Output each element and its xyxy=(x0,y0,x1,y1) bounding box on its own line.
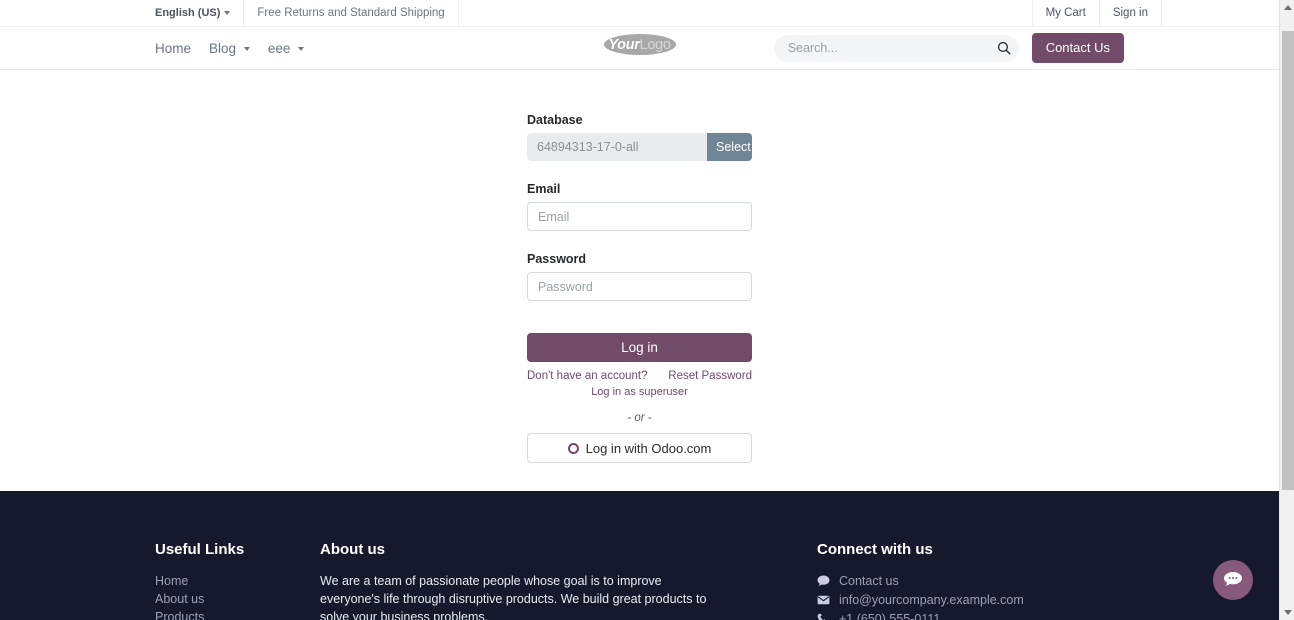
nav-item-home-label: Home xyxy=(155,40,192,56)
login-form: Database Select xyxy=(527,113,752,463)
logo-text-bold: Your xyxy=(608,37,640,53)
footer-about-us-text: We are a team of passionate people whose… xyxy=(320,574,707,620)
logo-text: Your Logo xyxy=(602,31,678,59)
search-icon xyxy=(997,41,1011,55)
footer-link-about-us[interactable]: About us xyxy=(155,590,244,608)
nav-item-blog-label: Blog xyxy=(209,40,237,56)
database-input[interactable] xyxy=(527,133,707,161)
site-logo[interactable]: Your Logo xyxy=(602,31,678,59)
or-separator: - or - xyxy=(627,412,652,424)
superuser-link[interactable]: Log in as superuser xyxy=(591,386,688,398)
scrollbar-down-arrow[interactable] xyxy=(1280,605,1294,620)
my-cart-link[interactable]: My Cart xyxy=(1031,0,1100,26)
header-right-group: Contact Us xyxy=(773,33,1124,63)
footer-inner: Useful Links Home About us Products Abou… xyxy=(0,491,1279,620)
my-cart-label: My Cart xyxy=(1045,7,1086,19)
logo-text-light: Logo xyxy=(639,37,671,53)
envelope-icon xyxy=(817,595,831,605)
promo-label: Free Returns and Standard Shipping xyxy=(257,7,445,19)
footer-contact-us-link[interactable]: Contact us xyxy=(839,572,899,590)
chevron-down-icon xyxy=(224,11,231,15)
footer-connect: Connect with us Contact us info@yourcomp… xyxy=(817,541,1024,620)
chat-bubble-icon xyxy=(1224,572,1242,586)
nav-item-home[interactable]: Home xyxy=(155,41,191,56)
login-body: Database Select xyxy=(0,70,1279,490)
database-field-group: Select xyxy=(527,133,752,161)
superuser-link-wrap: Log in as superuser xyxy=(527,386,752,398)
comment-icon xyxy=(817,575,831,587)
footer-about-us: About us We are a team of passionate peo… xyxy=(320,541,710,620)
site-footer: Useful Links Home About us Products Abou… xyxy=(0,491,1279,620)
nav-item-eee-label: eee xyxy=(267,40,291,56)
log-in-button[interactable]: Log in xyxy=(527,333,752,362)
page-content: English (US) Free Returns and Standard S… xyxy=(0,0,1279,620)
contact-us-button[interactable]: Contact Us xyxy=(1031,33,1124,63)
site-header: Home Blog eee Your Logo Search... Contac… xyxy=(0,27,1279,70)
footer-useful-links-title: Useful Links xyxy=(155,541,245,558)
odoo-logo-icon xyxy=(567,442,579,454)
password-field-group: Password xyxy=(527,252,752,301)
scrollbar-thumb[interactable] xyxy=(1282,31,1294,490)
odoo-oauth-label: Log in with Odoo.com xyxy=(585,440,712,456)
database-label: Database xyxy=(527,113,583,127)
topbar-right-group: My Cart Sign in xyxy=(1031,0,1162,26)
email-label: Email xyxy=(527,182,561,196)
nav-item-eee[interactable]: eee xyxy=(267,40,305,56)
sign-in-link[interactable]: Sign in xyxy=(1100,0,1162,26)
footer-phone-link[interactable]: +1 (650) 555-0111 xyxy=(839,610,940,620)
footer-connect-title: Connect with us xyxy=(817,541,933,558)
nav-item-blog[interactable]: Blog xyxy=(209,41,250,56)
triangle-down-icon xyxy=(1283,610,1292,615)
main-navigation: Home Blog eee xyxy=(155,40,305,56)
language-selector[interactable]: English (US) xyxy=(155,0,245,26)
database-select-label: Select xyxy=(716,140,751,154)
search-box[interactable] xyxy=(773,34,1019,62)
livechat-button[interactable] xyxy=(1213,560,1253,600)
sign-in-label: Sign in xyxy=(1112,7,1148,19)
language-label: English (US) xyxy=(155,7,221,19)
email-field-group: Email xyxy=(527,182,752,231)
footer-email-row: info@yourcompany.example.com xyxy=(817,591,1024,609)
promo-message: Free Returns and Standard Shipping xyxy=(244,0,459,26)
login-helper-links: Don't have an account? Reset Password xyxy=(527,370,752,382)
footer-phone-row: +1 (650) 555-0111 xyxy=(817,610,1024,620)
scrollbar-up-arrow[interactable] xyxy=(1280,0,1294,15)
email-input[interactable] xyxy=(527,202,752,231)
database-select-button[interactable]: Select xyxy=(707,133,752,161)
chevron-down-icon xyxy=(243,46,250,51)
topbar-left-group: English (US) Free Returns and Standard S… xyxy=(155,0,459,26)
triangle-up-icon xyxy=(1283,5,1292,10)
browser-viewport: English (US) Free Returns and Standard S… xyxy=(0,0,1294,620)
no-account-link[interactable]: Don't have an account? xyxy=(527,370,647,382)
search-submit-button[interactable] xyxy=(997,41,1011,55)
chevron-down-icon xyxy=(298,46,305,51)
password-label: Password xyxy=(527,252,587,266)
footer-email-link[interactable]: info@yourcompany.example.com xyxy=(839,591,1024,609)
password-input[interactable] xyxy=(527,272,752,301)
search-input[interactable] xyxy=(773,34,1019,62)
footer-link-products[interactable]: Products xyxy=(155,608,244,620)
top-utility-bar: English (US) Free Returns and Standard S… xyxy=(0,0,1279,27)
footer-useful-links: Useful Links Home About us Products xyxy=(155,541,244,620)
footer-contact-us-row: Contact us xyxy=(817,572,1024,590)
footer-about-us-title: About us xyxy=(320,541,385,558)
reset-password-link[interactable]: Reset Password xyxy=(668,370,752,382)
footer-link-home[interactable]: Home xyxy=(155,572,244,590)
odoo-oauth-button[interactable]: Log in with Odoo.com xyxy=(527,433,752,463)
vertical-scrollbar[interactable] xyxy=(1279,0,1294,620)
phone-icon xyxy=(817,613,831,620)
